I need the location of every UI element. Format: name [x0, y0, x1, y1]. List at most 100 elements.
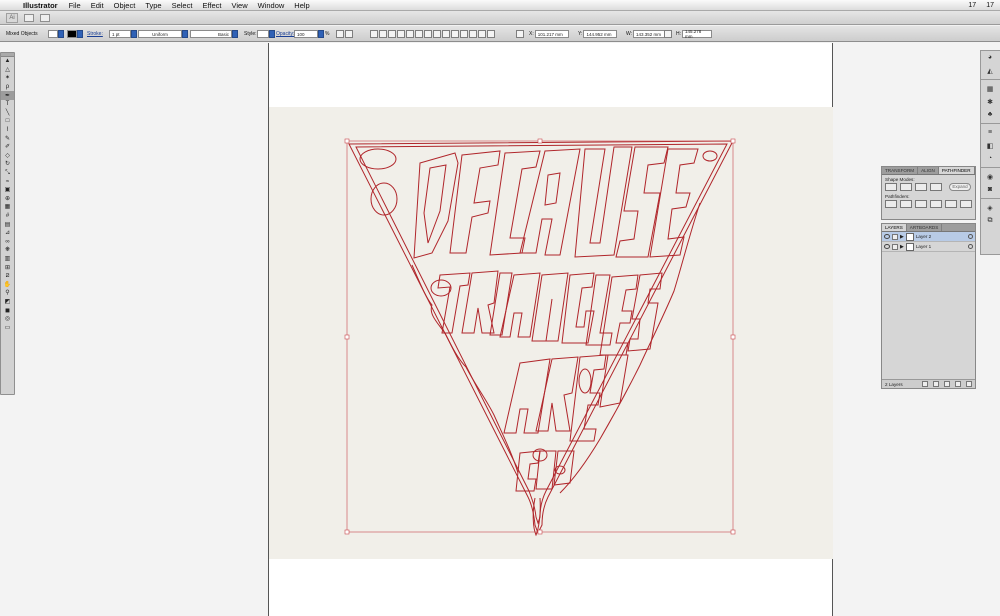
locate-object-button[interactable]	[921, 381, 928, 387]
layer-name[interactable]: Layer 1	[916, 244, 966, 249]
new-layer-button[interactable]	[954, 381, 961, 387]
chevron-down-icon[interactable]	[269, 30, 275, 38]
menu-object[interactable]: Object	[114, 1, 136, 10]
stroke-weight-field[interactable]: 1 pt	[109, 29, 137, 39]
arrange-documents-button[interactable]	[40, 13, 50, 22]
symbol-sprayer-tool-icon[interactable]: ❋	[1, 246, 14, 255]
status-item-1[interactable]: 17	[968, 2, 976, 9]
color-panel-icon[interactable]: ◕	[981, 51, 999, 64]
triangle-lettering-paths[interactable]	[348, 140, 734, 537]
chevron-down-icon[interactable]	[77, 30, 83, 38]
pencil-tool-icon[interactable]: ✎	[1, 134, 14, 143]
brushes-panel-icon[interactable]: ✱	[981, 95, 999, 108]
height-field[interactable]: H: 145.278 mm	[676, 29, 712, 39]
chevron-down-icon[interactable]	[131, 30, 137, 38]
minus-back-button[interactable]	[960, 200, 972, 208]
artboards-panel-icon[interactable]: ⧉	[981, 214, 999, 227]
direct-selection-tool-icon[interactable]: △	[1, 66, 14, 75]
menu-effect[interactable]: Effect	[202, 1, 221, 10]
menu-view[interactable]: View	[231, 1, 247, 10]
symbols-panel-icon[interactable]: ♣	[981, 108, 999, 121]
lock-icon[interactable]	[892, 243, 898, 250]
stroke-swatch[interactable]	[67, 29, 83, 39]
intersect-button[interactable]	[915, 183, 927, 191]
visibility-eye-icon[interactable]	[884, 234, 890, 239]
eraser-tool-icon[interactable]: ◇	[1, 152, 14, 161]
hand-tool-icon[interactable]: ✋	[1, 280, 14, 289]
paintbrush-tool-icon[interactable]: ⌇	[1, 126, 14, 135]
rectangle-tool-icon[interactable]: □	[1, 117, 14, 126]
x-position-field[interactable]: X: 101.217 mm	[529, 29, 569, 39]
line-tool-icon[interactable]: ╲	[1, 109, 14, 118]
y-position-field[interactable]: Y: 144.952 mm	[578, 29, 618, 39]
delete-layer-button[interactable]	[965, 381, 972, 387]
gradient-panel-icon[interactable]: ◧	[981, 139, 999, 152]
exclude-button[interactable]	[930, 183, 942, 191]
tab-pathfinder[interactable]: PATHFINDER	[938, 167, 975, 174]
chevron-down-icon[interactable]	[58, 30, 64, 38]
layer-target-icon[interactable]	[968, 244, 973, 249]
menu-edit[interactable]: Edit	[91, 1, 104, 10]
layer-name[interactable]: Layer 2	[916, 234, 966, 239]
layer-target-icon[interactable]	[968, 234, 973, 239]
recolor-artwork-button[interactable]	[336, 29, 354, 39]
color-guide-icon[interactable]: ◭	[981, 64, 999, 77]
new-sublayer-button[interactable]	[943, 381, 950, 387]
eyedropper-tool-icon[interactable]: ⊿	[1, 229, 14, 238]
menu-window[interactable]: Window	[258, 1, 285, 10]
unite-button[interactable]	[885, 183, 897, 191]
rotate-tool-icon[interactable]: ↻	[1, 160, 14, 169]
brush-definition[interactable]: Basic	[190, 29, 238, 39]
type-tool-icon[interactable]: T	[1, 100, 14, 109]
reference-point-icon[interactable]	[516, 29, 525, 39]
draw-mode-icon[interactable]: ◎	[1, 315, 14, 324]
column-graph-tool-icon[interactable]: ▥	[1, 255, 14, 264]
selection-bounding-box[interactable]	[344, 138, 736, 535]
align-buttons-group[interactable]	[370, 29, 496, 39]
transparency-panel-icon[interactable]: ◔	[981, 152, 999, 165]
opacity-field[interactable]: 100	[294, 29, 324, 39]
status-item-2[interactable]: 17	[986, 2, 994, 9]
perspective-grid-tool-icon[interactable]: ▦	[1, 203, 14, 212]
selection-tool-icon[interactable]: ▲	[1, 57, 14, 66]
menu-type[interactable]: Type	[145, 1, 161, 10]
outline-button[interactable]	[945, 200, 957, 208]
fill-swatch[interactable]	[48, 29, 64, 39]
clipping-mask-button[interactable]	[932, 381, 939, 387]
free-transform-tool-icon[interactable]: ▣	[1, 186, 14, 195]
slice-tool-icon[interactable]: ⧄	[1, 272, 14, 281]
document-workspace[interactable]	[0, 43, 1000, 616]
layer-row[interactable]: ▶ Layer 2	[882, 232, 975, 242]
fill-stroke-swatch-icon[interactable]: ◩	[1, 298, 14, 307]
chevron-down-icon[interactable]	[232, 30, 238, 38]
artboard-tool-icon[interactable]: ⊞	[1, 263, 14, 272]
appearance-panel-icon[interactable]: ◉	[981, 170, 999, 183]
chevron-down-icon[interactable]	[182, 30, 188, 38]
visibility-eye-icon[interactable]	[884, 244, 890, 249]
scale-tool-icon[interactable]: ⤡	[1, 169, 14, 178]
stroke-label[interactable]: Stroke:	[87, 29, 103, 39]
pen-tool-icon[interactable]: ✒	[1, 91, 14, 100]
variable-width-profile[interactable]: Uniform	[138, 29, 188, 39]
blob-brush-tool-icon[interactable]: ✐	[1, 143, 14, 152]
menu-file[interactable]: File	[69, 1, 81, 10]
expand-triangle-icon[interactable]: ▶	[900, 244, 904, 250]
divide-button[interactable]	[885, 200, 897, 208]
menu-help[interactable]: Help	[294, 1, 309, 10]
tab-layers[interactable]: LAYERS	[882, 224, 907, 231]
graphic-style-swatch[interactable]	[257, 29, 275, 39]
constrain-proportions-icon[interactable]	[664, 29, 673, 39]
zoom-tool-icon[interactable]: ⚲	[1, 289, 14, 298]
opacity-label[interactable]: Opacity:	[276, 29, 294, 39]
lasso-tool-icon[interactable]: ρ	[1, 83, 14, 92]
tab-artboards[interactable]: ARTBOARDS	[907, 224, 943, 231]
lock-toggle-icon[interactable]	[892, 233, 898, 240]
shape-builder-tool-icon[interactable]: ⊕	[1, 195, 14, 204]
magic-wand-tool-icon[interactable]: ✶	[1, 74, 14, 83]
swatches-panel-icon[interactable]: ▦	[981, 82, 999, 95]
screen-mode-icon[interactable]: ▭	[1, 323, 14, 332]
width-field[interactable]: W: 143.352 mm	[626, 29, 668, 39]
gradient-tool-icon[interactable]: ▤	[1, 220, 14, 229]
traced-artwork[interactable]	[0, 43, 1000, 616]
warp-tool-icon[interactable]: ≈	[1, 177, 14, 186]
